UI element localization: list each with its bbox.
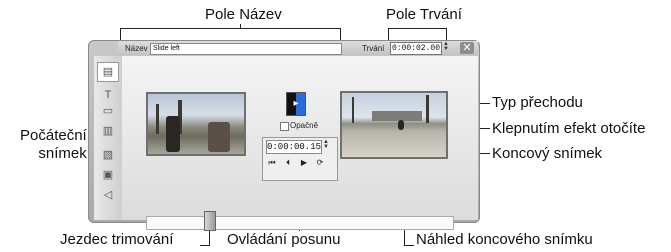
callout-start-frame: Počáteční snímek [20,127,87,163]
duration-label: Trvání [362,44,385,53]
callout-start-frame-line2: snímek [38,145,87,162]
name-label: Název [125,44,148,53]
transition-type-icon[interactable]: ▸ [286,92,306,116]
text-icon[interactable]: ▭ [99,104,117,118]
effects-icon[interactable]: ▥ [99,124,117,138]
title-icon[interactable]: T [99,88,117,102]
transition-icon-side[interactable]: ▧ [99,148,117,162]
leader-duration-right [446,28,447,40]
leader-name-left [120,28,121,40]
person-shape [166,116,180,152]
leader-trim-horiz [200,245,210,246]
close-button[interactable]: ✕ [460,42,474,54]
tree-shape [156,104,159,134]
duration-spinner-icon[interactable]: ▲ ▼ [443,41,449,53]
name-input[interactable]: Slide left [150,43,342,55]
go-start-button[interactable]: ⏮ [266,157,278,169]
leader-name-right [340,28,341,40]
callout-duration-field: Pole Trvání [386,6,462,23]
callout-click-reverse: Klepnutím efekt otočíte [492,120,646,137]
audio-icon[interactable]: ◁ [99,188,117,202]
leader-name-top [120,28,340,29]
leader-duration-left [388,28,389,40]
tree-shape [352,97,354,123]
person-shape [398,120,404,130]
reverse-checkbox[interactable] [280,122,289,131]
settings-icon[interactable]: ▣ [99,168,117,182]
step-back-button[interactable]: ⏴ [282,157,294,169]
callout-name-field: Pole Název [205,6,282,23]
leader-name-stem [240,24,241,29]
callout-start-frame-line1: Počáteční [20,127,87,144]
callout-end-frame: Koncový snímek [492,145,603,162]
trim-slider-track[interactable] [146,216,454,230]
leader-duration-top [388,28,446,29]
tree-shape [426,95,429,123]
position-spinner-icon[interactable]: ▲ ▼ [323,139,329,151]
leader-end-preview-horiz [404,245,414,246]
video-clip-icon[interactable]: ▤ [97,62,119,82]
loop-button[interactable]: ⟳ [314,157,326,169]
building-shape [372,111,422,121]
play-button[interactable]: ▶ [298,157,310,169]
callout-end-preview: Náhled koncového snímku [416,231,593,248]
callout-transition-type: Typ přechodu [492,94,583,111]
person-shape [208,122,230,152]
start-frame-thumbnail [146,92,246,156]
trim-slider-handle[interactable] [204,211,216,231]
position-time-field[interactable]: 0:00:00.15 [266,140,322,154]
end-frame-thumbnail [340,91,448,159]
reverse-label: Opačně [290,121,319,130]
duration-input[interactable]: 0:00:02.00 [390,42,442,55]
callout-shuttle-controls: Ovládání posunu [227,231,341,248]
callout-trim-slider: Jezdec trimování [60,231,174,248]
